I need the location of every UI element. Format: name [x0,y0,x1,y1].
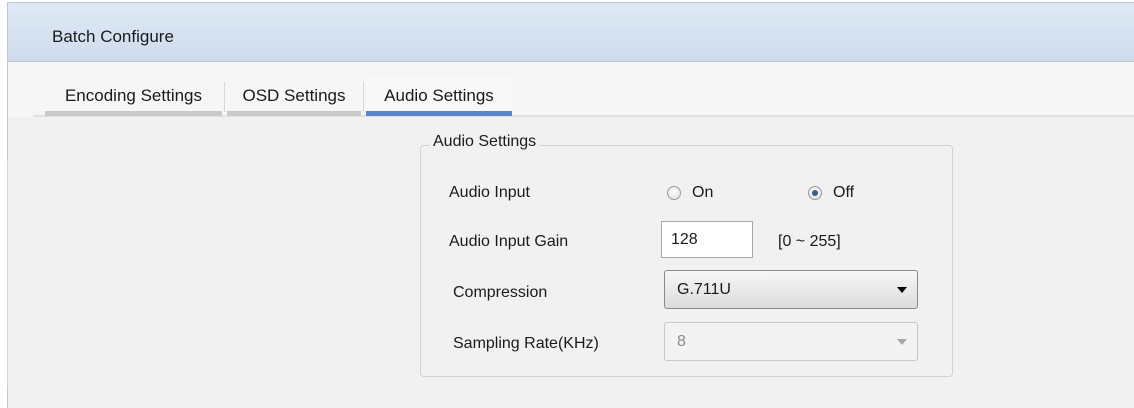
audio-input-gain-range: [0 ~ 255] [778,233,841,250]
compression-label: Compression [453,284,548,301]
audio-input-gain-label: Audio Input Gain [449,233,569,250]
tab-label: OSD Settings [242,86,346,105]
group-legend: Audio Settings [429,133,541,151]
title-bar: Batch Configure [8,3,1134,62]
tab-underline [227,111,361,116]
compression-dropdown[interactable]: G.711U [664,270,918,309]
tab-label: Audio Settings [384,86,494,105]
chevron-down-icon [897,287,907,293]
tab-separator [363,82,364,112]
tab-separator [224,82,225,112]
audio-input-gain-field[interactable] [661,221,753,258]
sampling-rate-dropdown: 8 [664,322,918,361]
audio-input-off-radio[interactable] [808,186,822,200]
chevron-down-icon [897,339,907,345]
radio-selected-dot [812,190,818,196]
tab-audio-settings[interactable]: Audio Settings [366,76,512,116]
audio-input-off-label[interactable]: Off [833,184,854,202]
tab-osd-settings[interactable]: OSD Settings [227,76,361,116]
sampling-rate-label: Sampling Rate(KHz) [453,335,599,352]
tab-underline [45,111,222,116]
audio-input-on-label[interactable]: On [692,184,713,202]
tab-encoding-settings[interactable]: Encoding Settings [45,76,222,116]
compression-selected-value: G.711U [677,281,731,298]
sampling-rate-selected-value: 8 [677,333,686,350]
tab-underline-active [366,111,512,116]
audio-input-label: Audio Input [449,184,530,201]
tab-label: Encoding Settings [64,86,203,105]
audio-input-on-radio[interactable] [667,186,681,200]
window-title: Batch Configure [52,27,174,46]
